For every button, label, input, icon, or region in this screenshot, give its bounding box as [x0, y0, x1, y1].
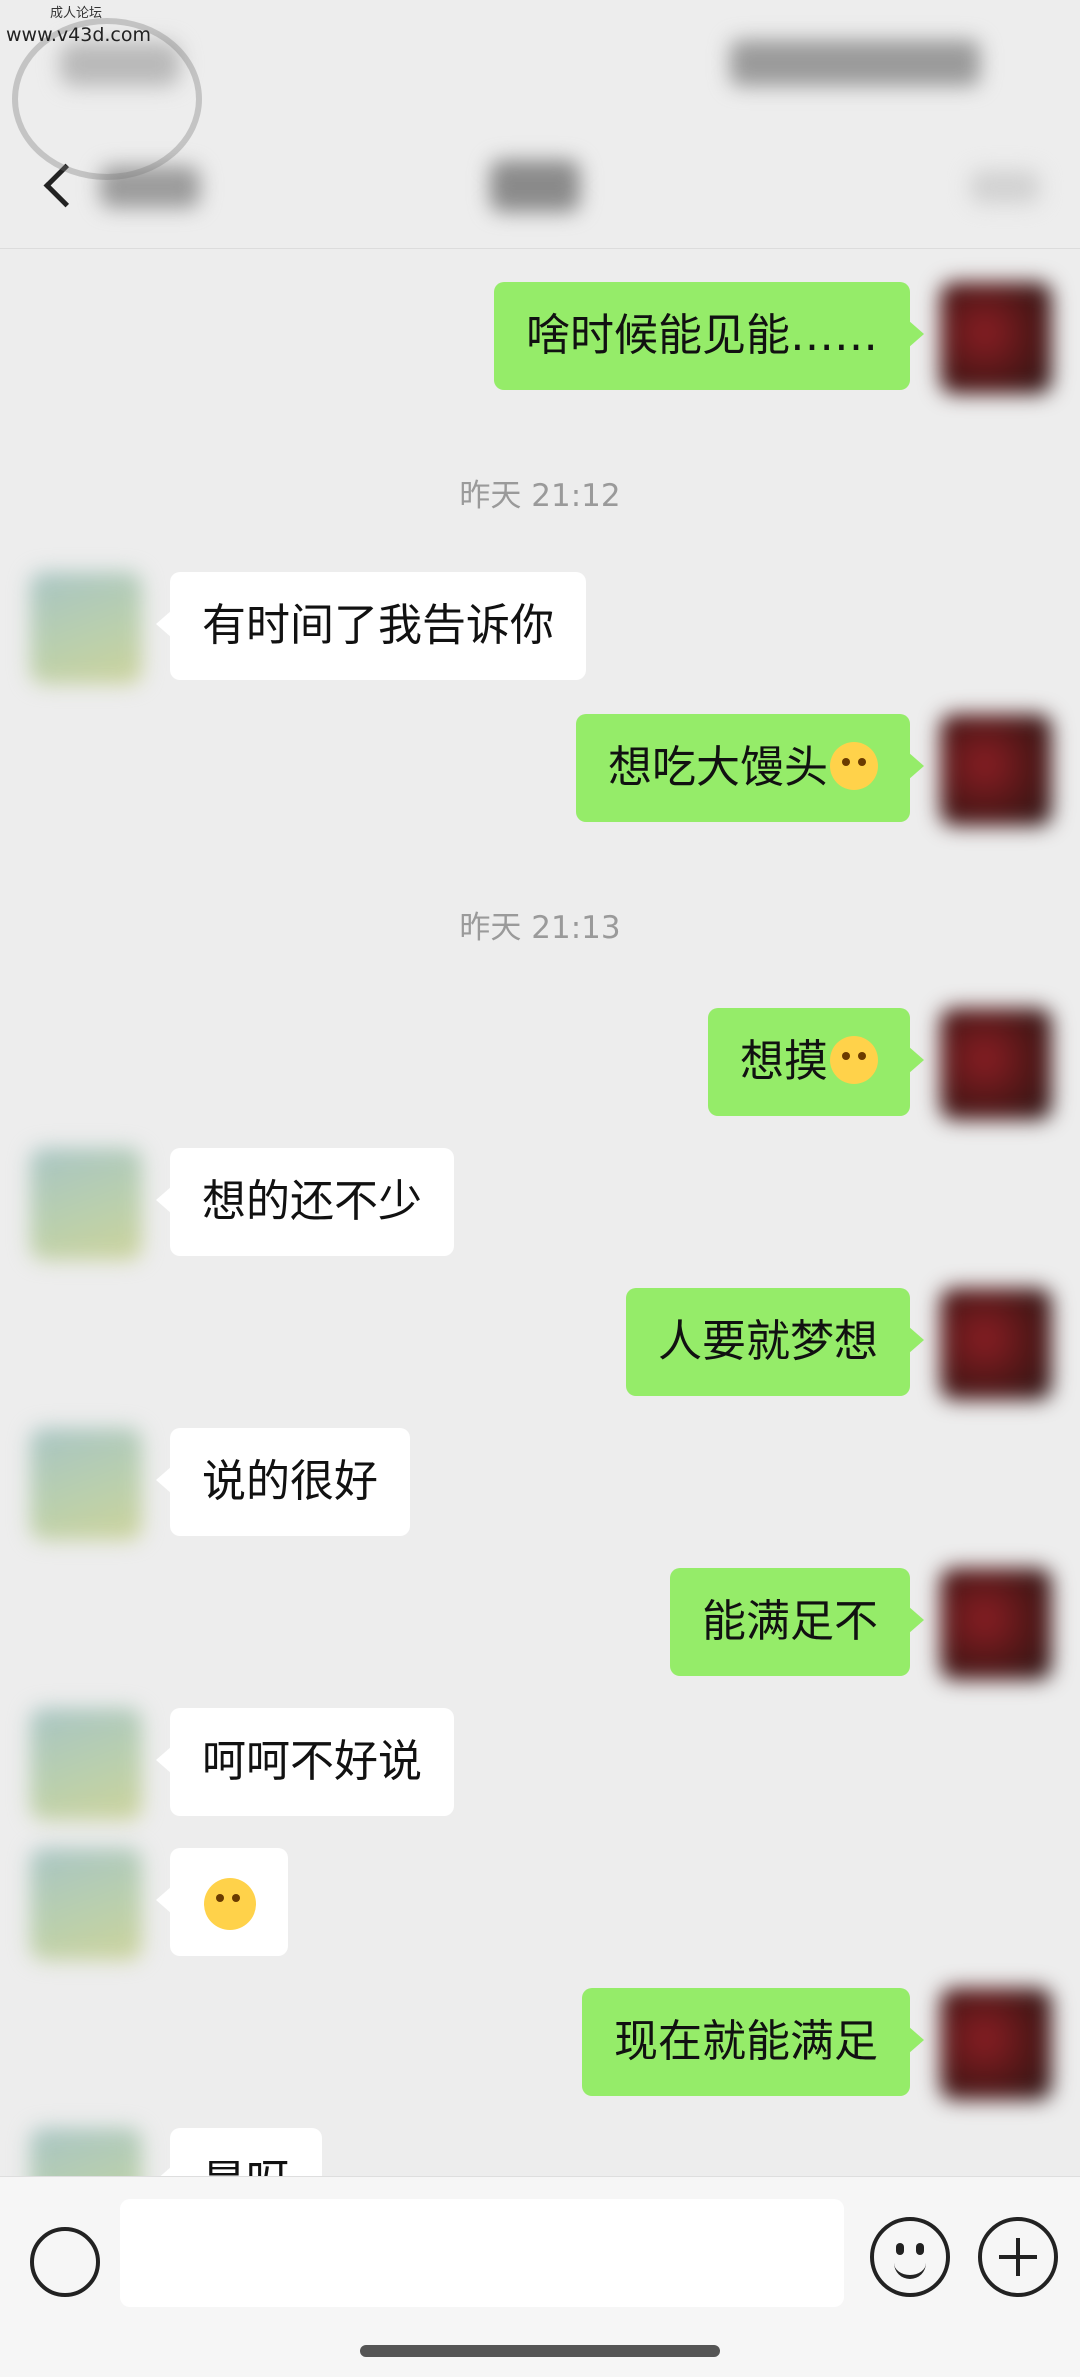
outgoing-message[interactable]: 想摸 — [708, 1008, 924, 1116]
chat-title — [490, 160, 580, 212]
smiley-icon[interactable] — [870, 2217, 950, 2297]
my-avatar[interactable] — [940, 1568, 1052, 1680]
more-options-button[interactable] — [970, 170, 1040, 204]
message-text: 想吃大馒头 — [608, 742, 828, 793]
embarrassed-face-emoji-icon — [830, 1036, 878, 1084]
my-avatar[interactable] — [940, 714, 1052, 826]
incoming-message[interactable]: 有时间了我告诉你 — [156, 572, 586, 680]
incoming-message[interactable]: 说的很好 — [156, 1428, 410, 1536]
message-text: 有时间了我告诉你 — [202, 600, 554, 651]
my-avatar[interactable] — [940, 282, 1052, 394]
smiley-eye — [896, 2243, 904, 2255]
message-text: 想的还不少 — [202, 1176, 422, 1227]
message-text: 呵呵不好说 — [202, 1736, 422, 1787]
winking-tongue-face-emoji-icon — [204, 1878, 256, 1930]
plus-icon[interactable] — [978, 2217, 1058, 2297]
contact-avatar[interactable] — [30, 1708, 142, 1820]
outgoing-message[interactable]: 人要就梦想 — [626, 1288, 924, 1396]
message-input[interactable] — [120, 2199, 844, 2307]
my-avatar[interactable] — [940, 1008, 1052, 1120]
outgoing-message[interactable]: 能满足不 — [670, 1568, 924, 1676]
contact-avatar[interactable] — [30, 572, 142, 684]
smiley-mouth — [894, 2259, 926, 2279]
outgoing-message[interactable]: 啥时候能见能…… — [494, 282, 924, 390]
my-avatar[interactable] — [940, 1288, 1052, 1400]
message-text: 能满足不 — [702, 1596, 878, 1647]
contact-avatar[interactable] — [30, 1428, 142, 1540]
message-text: 现在就能满足 — [614, 2016, 878, 2067]
contact-avatar[interactable] — [30, 1848, 142, 1960]
message-text: 人要就梦想 — [658, 1316, 878, 1367]
message-text: 说的很好 — [202, 1456, 378, 1507]
timestamp: 昨天 21:12 — [459, 478, 621, 514]
message-text: 啥时候能见能…… — [526, 310, 878, 361]
incoming-message[interactable] — [156, 1848, 288, 1956]
dizzy-face-emoji-icon — [830, 742, 878, 790]
incoming-message[interactable]: 想的还不少 — [156, 1148, 454, 1256]
outgoing-message[interactable]: 现在就能满足 — [582, 1988, 924, 2096]
watermark-line1: 成人论坛 — [50, 6, 103, 21]
my-avatar[interactable] — [940, 1988, 1052, 2100]
home-indicator[interactable] — [360, 2345, 720, 2357]
message-text: 想摸 — [740, 1036, 828, 1087]
status-bar-indicators — [730, 40, 980, 86]
contact-avatar[interactable] — [30, 1148, 142, 1260]
input-bar — [0, 2176, 1080, 2377]
watermark-logo: 成人论坛 www.v43d.com — [0, 0, 220, 180]
incoming-message[interactable]: 呵呵不好说 — [156, 1708, 454, 1816]
timestamp: 昨天 21:13 — [459, 910, 621, 946]
outgoing-message[interactable]: 想吃大馒头 — [576, 714, 924, 822]
smiley-eye — [916, 2243, 924, 2255]
voice-icon[interactable] — [30, 2227, 100, 2297]
watermark-line2: www.v43d.com — [6, 24, 152, 46]
